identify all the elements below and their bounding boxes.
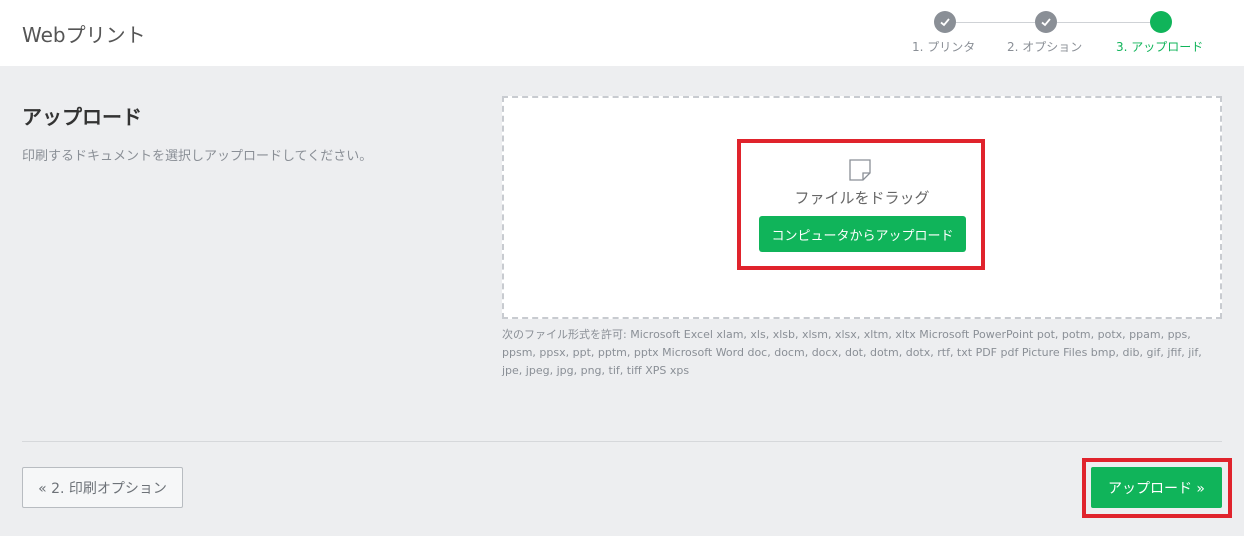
- step-1-check-icon: [934, 11, 956, 33]
- allowed-formats-text: 次のファイル形式を許可: Microsoft Excel xlam, xls, …: [502, 328, 1202, 377]
- annotation-highlight-box: [737, 139, 985, 270]
- footer-divider: [22, 441, 1222, 442]
- step-3-current-icon: [1150, 11, 1172, 33]
- step-connector: [1057, 22, 1150, 23]
- upload-submit-button[interactable]: アップロード »: [1091, 467, 1222, 508]
- step-3-label: 3. アップロード: [1116, 40, 1204, 54]
- step-connector: [956, 22, 1035, 23]
- step-2-check-icon: [1035, 11, 1057, 33]
- section-title: アップロード: [22, 105, 142, 129]
- section-description: 印刷するドキュメントを選択しアップロードしてください。: [22, 149, 373, 164]
- back-to-print-options-button[interactable]: « 2. 印刷オプション: [22, 467, 183, 508]
- step-1-label: 1. プリンタ: [912, 40, 976, 54]
- progress-stepper: 1. プリンタ 2. オプション 3. アップロード: [0, 0, 1244, 66]
- step-2-label: 2. オプション: [1007, 40, 1083, 54]
